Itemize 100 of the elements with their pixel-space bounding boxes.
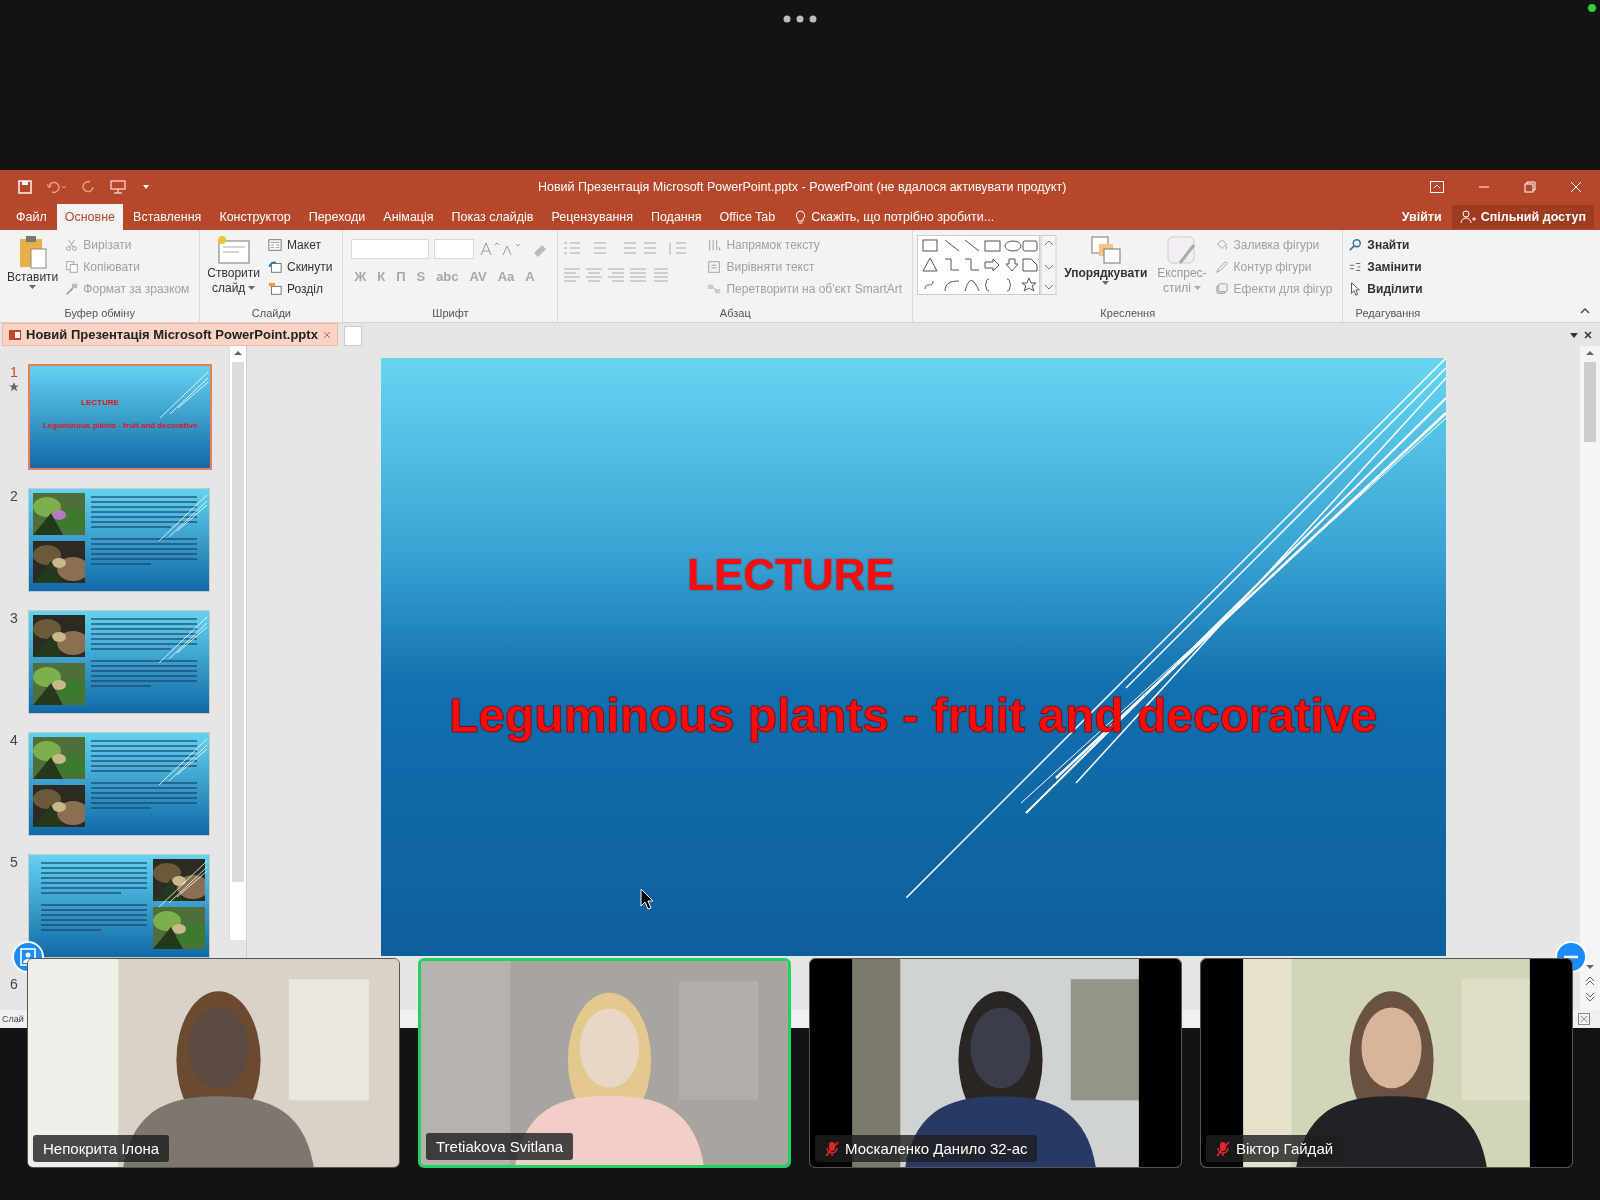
clipboard-icon (17, 235, 48, 269)
ribbon-tab[interactable]: Переходи (300, 204, 374, 230)
thumbnail-subtitle: Leguminous plants - fruit and decorative (42, 421, 198, 430)
group-label: Абзац (718, 307, 752, 321)
slide-number: 6 (10, 976, 18, 992)
slide-thumbnail[interactable] (28, 488, 210, 592)
scroll-up-icon[interactable] (1586, 350, 1594, 356)
slide-number: 4 (10, 732, 18, 748)
save-icon[interactable] (18, 179, 32, 194)
customize-caret-icon[interactable] (142, 183, 150, 190)
more-options-icon[interactable] (783, 15, 817, 23)
fit-to-window-icon[interactable] (1578, 1013, 1590, 1025)
section-icon (267, 281, 283, 296)
ribbon-tab[interactable]: Office Tab (711, 204, 784, 230)
video-tile[interactable]: Віктор Гайдай (1200, 958, 1573, 1168)
decorative-lines-drawing (157, 859, 207, 909)
ribbon-command[interactable]: Замінити (1347, 257, 1429, 276)
decorative-lines-drawing (157, 615, 207, 665)
thumbnail-title: LECTURE (81, 398, 119, 407)
share-button[interactable]: Спільний доступ (1451, 205, 1594, 229)
participant-name-label: Непокрита Ілона (33, 1135, 170, 1162)
slide-number: 2 (10, 488, 18, 504)
scroll-up-icon[interactable] (234, 350, 242, 356)
video-tile[interactable]: Непокрита Ілона (27, 958, 400, 1168)
group-label: Редагування (1354, 307, 1422, 321)
sign-in-link[interactable]: Увійти (1391, 204, 1452, 230)
slide-thumbnail[interactable] (28, 854, 210, 958)
new-slide-button[interactable]: Створити слайд (204, 233, 263, 307)
star-icon (9, 382, 19, 392)
text-direction-icon (706, 237, 723, 252)
participant-name-label: Москаленко Данило 32-ас (815, 1135, 1038, 1162)
ribbon-display-icon[interactable] (1430, 180, 1444, 193)
previous-slide-icon[interactable] (1586, 976, 1594, 986)
collapse-ribbon-icon[interactable] (1580, 307, 1590, 314)
ribbon-command[interactable]: Розділ (267, 279, 339, 298)
ribbon-command[interactable]: Скинути (267, 257, 339, 276)
caret-icon (29, 285, 37, 290)
next-slide-icon[interactable] (1586, 992, 1594, 1002)
arrange-icon (1089, 235, 1122, 265)
search-icon (1347, 237, 1364, 252)
shape-effects-icon (1213, 281, 1230, 296)
scrollbar-thumb[interactable] (1584, 362, 1596, 442)
new-slide-icon (216, 235, 251, 265)
window-title: Новий Презентація Microsoft PowerPoint.pptx - PowerPoint (не вдалося активувати продукт) (538, 179, 1068, 194)
group-label: Шрифт (431, 307, 470, 321)
status-text: Слай (2, 1014, 24, 1024)
redo-icon[interactable] (82, 179, 96, 194)
participant-name-label: Tretiakova Svitlana (426, 1133, 573, 1160)
ribbon-tab[interactable]: Файл (8, 204, 55, 230)
paste-button[interactable]: Вставити (4, 233, 62, 307)
decorative-lines-drawing (157, 493, 207, 543)
scissors-icon (65, 237, 80, 252)
ribbon-tab[interactable]: Показ слайдів (443, 204, 542, 230)
scrollbar[interactable] (229, 346, 246, 940)
shapes-gallery-drawing[interactable] (917, 235, 1058, 295)
slide-number: 3 (10, 610, 18, 626)
font-name-field[interactable] (351, 239, 430, 259)
close-icon[interactable] (1584, 331, 1592, 339)
slide-thumbnail[interactable] (28, 610, 210, 714)
ribbon-tab[interactable]: Анімація (375, 204, 442, 230)
reset-icon (267, 259, 283, 274)
brush-icon (1165, 235, 1198, 265)
video-tile[interactable]: Москаленко Данило 32-ас (809, 958, 1182, 1168)
restore-icon[interactable] (1524, 180, 1536, 193)
ribbon-tab[interactable]: Подання (642, 204, 710, 230)
person-add-icon (1459, 210, 1476, 224)
undo-icon[interactable] (46, 179, 68, 194)
group-label: Буфер обміну (63, 307, 136, 321)
arrange-button[interactable]: Упорядкувати (1061, 233, 1151, 307)
layout-icon (267, 237, 283, 252)
caret-icon (248, 285, 256, 291)
caret-icon (1193, 285, 1201, 291)
mouse-cursor-icon (640, 888, 654, 910)
document-tab[interactable]: Новий Презентація Microsoft PowerPoint.pptx (2, 323, 338, 346)
ribbon-tab[interactable]: Вставлення (125, 204, 210, 230)
font-size-field[interactable] (434, 239, 475, 259)
status-dot-icon (1588, 4, 1596, 12)
scroll-down-icon[interactable] (1586, 964, 1594, 970)
ribbon-command[interactable]: Макет (267, 235, 339, 254)
decorative-lines-drawing (157, 737, 207, 787)
ribbon-command[interactable]: Знайти (1347, 235, 1429, 254)
brush-icon (65, 281, 80, 296)
group-label: Слайди (250, 307, 292, 321)
ribbon-command[interactable]: Виділити (1347, 279, 1429, 298)
presenter-icon[interactable] (110, 179, 128, 194)
tell-me-field[interactable]: Скажіть, що потрібно зробити... (785, 204, 1005, 230)
video-tile[interactable]: Tretiakova Svitlana (418, 958, 791, 1168)
ribbon-tab[interactable]: Конструктор (211, 204, 299, 230)
caret-icon[interactable] (1570, 333, 1578, 339)
slide-number: 5 (10, 854, 18, 870)
ribbon-tab[interactable]: Рецензування (543, 204, 641, 230)
powerpoint-file-icon (9, 328, 21, 341)
decorative-lines-drawing (158, 370, 208, 420)
scrollbar[interactable] (1580, 346, 1600, 1010)
group-label: Креслення (1099, 307, 1157, 321)
ribbon-tab[interactable]: Основне (56, 204, 124, 230)
scrollbar-thumb[interactable] (232, 362, 244, 882)
slide-thumbnail[interactable] (28, 732, 210, 836)
participant-name-label: Віктор Гайдай (1206, 1135, 1344, 1162)
slide-number: 1 (10, 364, 18, 380)
